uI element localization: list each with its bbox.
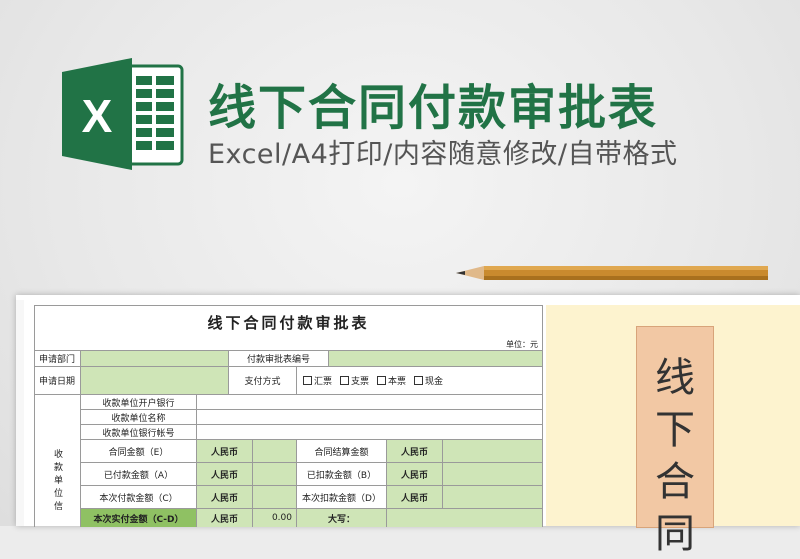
paid-amount-field[interactable] <box>253 463 297 486</box>
currency-label: 人民币 <box>197 486 253 509</box>
currency-label: 人民币 <box>387 486 443 509</box>
settle-amount-label: 合同结算金额 <box>297 440 387 463</box>
pay-option-promissory[interactable]: 本票 <box>377 374 406 387</box>
contract-amount-field[interactable] <box>253 440 297 463</box>
checkbox-icon[interactable] <box>340 376 350 385</box>
currency-label: 人民币 <box>197 463 253 486</box>
unit-label: 单位：元 <box>35 338 543 351</box>
payee-bank-label: 收款单位开户银行 <box>81 395 197 410</box>
banner-char: 下 <box>655 407 695 453</box>
deducted-amount-field[interactable] <box>443 463 543 486</box>
apply-date-label: 申请日期 <box>35 367 81 395</box>
banner-char: 同 <box>655 511 695 557</box>
this-pay-field[interactable] <box>253 486 297 509</box>
deducted-amount-label: 已扣款金额（B） <box>297 463 387 486</box>
checkbox-icon[interactable] <box>377 376 387 385</box>
apply-dept-label: 申请部门 <box>35 351 81 367</box>
pencil-icon <box>456 266 768 280</box>
uppercase-label: 大写： <box>297 509 387 527</box>
approval-no-field[interactable] <box>329 351 543 367</box>
payee-info-vertical-label: 收款单位信 <box>35 395 81 527</box>
pay-option-check[interactable]: 支票 <box>340 374 369 387</box>
settle-amount-field[interactable] <box>443 440 543 463</box>
apply-dept-field[interactable] <box>81 351 229 367</box>
banner-char: 合 <box>655 459 695 505</box>
uppercase-field[interactable] <box>387 509 543 527</box>
checkbox-icon[interactable] <box>414 376 424 385</box>
payee-name-field[interactable] <box>197 410 543 425</box>
currency-label: 人民币 <box>387 440 443 463</box>
banner-char: 线 <box>655 355 695 401</box>
title-banner: 线 下 合 同 <box>636 326 714 557</box>
this-pay-label: 本次付款金额（C） <box>81 486 197 509</box>
page-subtitle: Excel/A4打印/内容随意修改/自带格式 <box>208 139 678 170</box>
pay-option-cash[interactable]: 现金 <box>414 374 443 387</box>
payee-account-field[interactable] <box>197 425 543 440</box>
payee-account-label: 收款单位银行帐号 <box>81 425 197 440</box>
this-deduct-field[interactable] <box>443 486 543 509</box>
actual-pay-label: 本次实付金额（C-D） <box>81 509 197 527</box>
excel-logo-icon: X <box>62 58 184 170</box>
pay-method-label: 支付方式 <box>229 367 297 395</box>
logo-letter: X <box>82 90 113 142</box>
currency-label: 人民币 <box>197 440 253 463</box>
approval-no-label: 付款审批表编号 <box>229 351 329 367</box>
pay-option-draft[interactable]: 汇票 <box>303 374 332 387</box>
currency-label: 人民币 <box>197 509 253 527</box>
actual-pay-value[interactable]: 0.00 <box>253 509 297 527</box>
paper-edge <box>16 300 24 526</box>
sheet-title: 线下合同付款审批表 <box>35 306 543 338</box>
this-deduct-label: 本次扣款金额（D） <box>297 486 387 509</box>
currency-label: 人民币 <box>387 463 443 486</box>
pay-method-options: 汇票 支票 本票 现金 <box>297 367 543 395</box>
payee-bank-field[interactable] <box>197 395 543 410</box>
page-title: 线下合同付款审批表 <box>208 80 659 136</box>
approval-form-grid: 线下合同付款审批表 单位：元 申请部门 付款审批表编号 申请日期 支付方式 汇票… <box>34 305 543 527</box>
checkbox-icon[interactable] <box>303 376 312 385</box>
apply-date-field[interactable] <box>81 367 229 395</box>
contract-amount-label: 合同金额（E） <box>81 440 197 463</box>
paid-amount-label: 已付款金额（A） <box>81 463 197 486</box>
payee-name-label: 收款单位名称 <box>81 410 197 425</box>
